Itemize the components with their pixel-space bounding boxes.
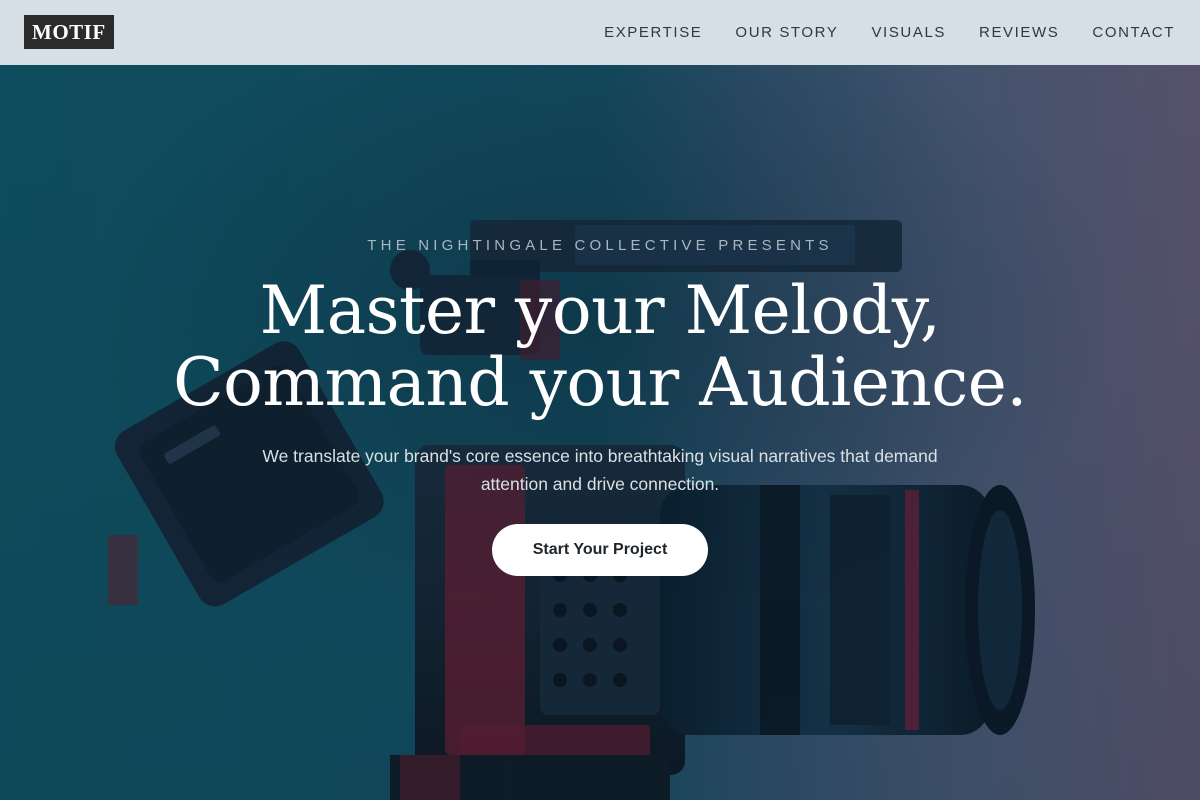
hero-headline-line1: Master your Melody, (259, 272, 941, 349)
nav-link-contact[interactable]: CONTACT (1092, 24, 1175, 41)
hero-headline-line2: Command your Audience. (173, 344, 1027, 421)
hero-content: THE NIGHTINGALE COLLECTIVE PRESENTS Mast… (0, 65, 1200, 800)
hero-eyebrow: THE NIGHTINGALE COLLECTIVE PRESENTS (367, 237, 833, 254)
hero-headline: Master your Melody, Command your Audienc… (0, 275, 1200, 419)
site-header: MOTIF EXPERTISE OUR STORY VISUALS REVIEW… (0, 0, 1200, 65)
nav-link-our-story[interactable]: OUR STORY (735, 24, 838, 41)
hero-subtext: We translate your brand's core essence i… (262, 446, 938, 494)
nav-link-expertise[interactable]: EXPERTISE (604, 24, 702, 41)
landing-page: MOTIF EXPERTISE OUR STORY VISUALS REVIEW… (0, 0, 1200, 800)
start-project-button[interactable]: Start Your Project (492, 524, 708, 576)
nav-link-visuals[interactable]: VISUALS (871, 24, 946, 41)
logo[interactable]: MOTIF (24, 15, 114, 49)
main-nav: EXPERTISE OUR STORY VISUALS REVIEWS CONT… (604, 0, 1175, 65)
nav-link-reviews[interactable]: REVIEWS (979, 24, 1059, 41)
